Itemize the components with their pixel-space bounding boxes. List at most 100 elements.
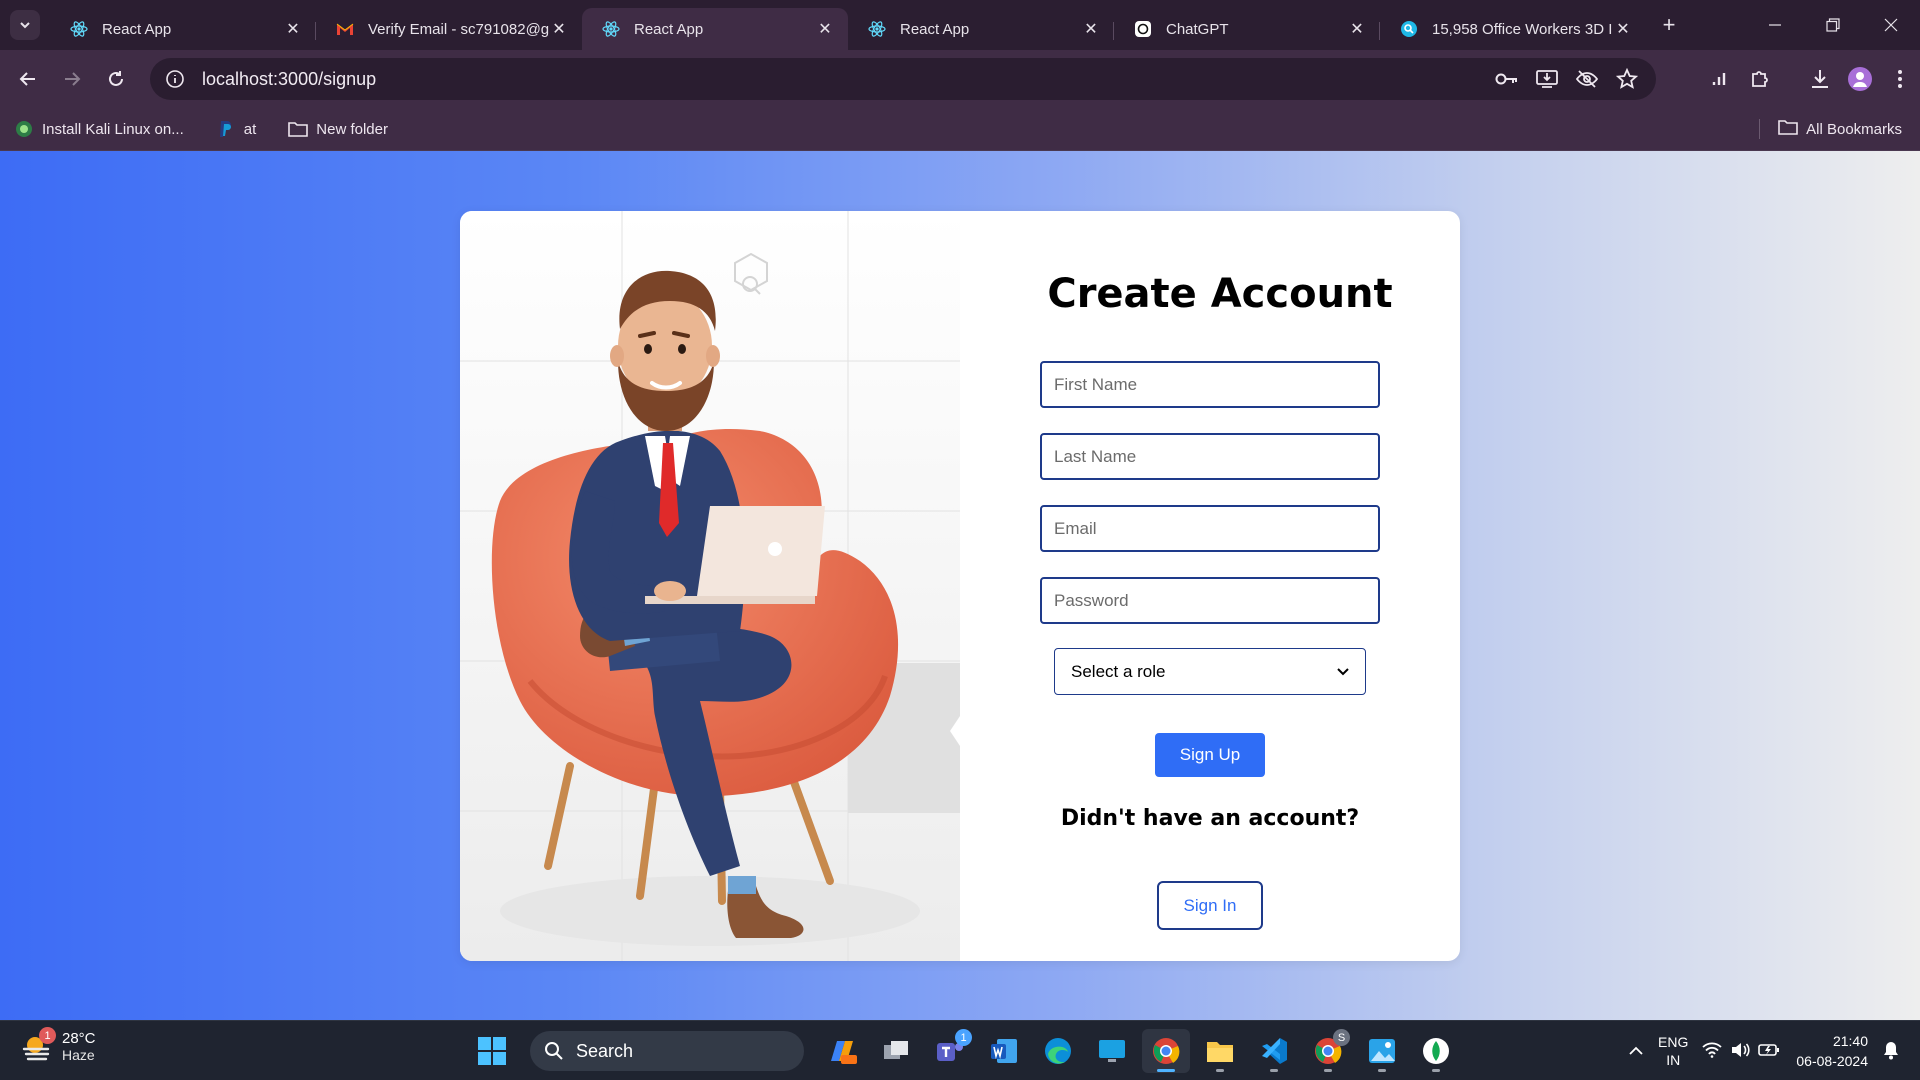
tab-react-app-active[interactable]: React App ✕ (582, 8, 848, 50)
download-icon[interactable] (1800, 59, 1840, 99)
tab-title: 15,958 Office Workers 3D I (1432, 20, 1613, 38)
last-name-input[interactable] (1040, 433, 1380, 480)
profile-avatar[interactable] (1840, 59, 1880, 99)
battery-icon[interactable] (1758, 1043, 1780, 1060)
clock-date: 06-08-2024 (1796, 1053, 1868, 1069)
all-bookmarks[interactable]: All Bookmarks (1778, 119, 1902, 139)
minimize-button[interactable] (1746, 0, 1804, 50)
sign-in-button[interactable]: Sign In (1157, 881, 1263, 930)
tab-verify-email[interactable]: Verify Email - sc791082@g ✕ (316, 8, 582, 50)
tab-react-app-1[interactable]: React App ✕ (50, 8, 316, 50)
all-bookmarks-label: All Bookmarks (1806, 120, 1902, 138)
new-tab-button[interactable]: + (1654, 10, 1684, 40)
monitor-icon (1099, 1040, 1125, 1062)
close-window-button[interactable] (1862, 0, 1920, 50)
url-text[interactable]: localhost:3000/signup (202, 69, 1494, 90)
wifi-icon[interactable] (1702, 1042, 1722, 1061)
email-input[interactable] (1040, 505, 1380, 552)
word-app[interactable] (980, 1029, 1028, 1073)
extensions-icon[interactable] (1740, 59, 1780, 99)
react-icon (868, 20, 886, 38)
running-indicator (1432, 1069, 1440, 1072)
folder-icon (1207, 1042, 1233, 1062)
chevron-up-icon (1629, 1046, 1643, 1055)
tab-chatgpt[interactable]: ChatGPT ✕ (1114, 8, 1380, 50)
forward-button[interactable] (54, 61, 90, 97)
mongodb-app[interactable] (1412, 1029, 1460, 1073)
copilot-app[interactable] (818, 1029, 866, 1073)
role-select[interactable]: Select a role (1054, 648, 1366, 695)
task-view-app[interactable] (872, 1029, 920, 1073)
word-icon (991, 1039, 1017, 1063)
close-icon[interactable]: ✕ (550, 20, 568, 38)
tray-overflow-button[interactable] (1628, 1043, 1644, 1059)
close-icon[interactable]: ✕ (1082, 20, 1100, 38)
toolbar-divider (1780, 59, 1800, 99)
kali-icon (14, 119, 34, 139)
language-indicator[interactable]: ENG IN (1658, 1033, 1688, 1069)
first-name-input[interactable] (1040, 361, 1380, 408)
tab-react-app-3[interactable]: React App ✕ (848, 8, 1114, 50)
weather-desc: Haze (62, 1046, 95, 1063)
close-icon[interactable]: ✕ (816, 20, 834, 38)
file-explorer-app[interactable] (1196, 1029, 1244, 1073)
volume-icon[interactable] (1730, 1042, 1750, 1061)
edge-icon (1045, 1038, 1071, 1064)
omnibox-actions (1494, 66, 1640, 92)
search-icon (545, 1042, 563, 1060)
bookmark-star-icon[interactable] (1614, 66, 1640, 92)
clock[interactable]: 21:40 06-08-2024 (1796, 1031, 1868, 1071)
address-bar[interactable]: localhost:3000/signup (150, 58, 1656, 100)
bookmark-at[interactable]: at (216, 119, 256, 139)
lang-line1: ENG (1658, 1034, 1689, 1050)
bookmarks-divider (1759, 119, 1760, 139)
close-icon (1884, 18, 1898, 32)
close-icon[interactable]: ✕ (1614, 20, 1632, 38)
chrome-app[interactable] (1142, 1029, 1190, 1073)
tab-title: ChatGPT (1166, 20, 1229, 38)
notifications-bell-icon[interactable] (1882, 1040, 1900, 1063)
analytics-extension-icon[interactable] (1700, 59, 1740, 99)
search-label: Search (576, 1040, 634, 1061)
eye-off-icon[interactable] (1574, 66, 1600, 92)
close-icon[interactable]: ✕ (284, 20, 302, 38)
menu-kebab-icon[interactable] (1880, 59, 1920, 99)
password-input[interactable] (1040, 577, 1380, 624)
chrome-profile-app[interactable]: S (1304, 1029, 1352, 1073)
vscode-app[interactable] (1250, 1029, 1298, 1073)
arrow-left-icon (19, 72, 35, 86)
password-key-icon[interactable] (1494, 66, 1520, 92)
copilot-icon (831, 1041, 857, 1064)
bookmark-new-folder[interactable]: New folder (288, 119, 388, 139)
back-button[interactable] (10, 61, 46, 97)
edge-app[interactable] (1034, 1029, 1082, 1073)
tab-office-workers[interactable]: 15,958 Office Workers 3D I ✕ (1380, 8, 1646, 50)
restore-button[interactable] (1804, 0, 1862, 50)
toolbar-right (1700, 50, 1920, 108)
taskbar-apps: Search 1 S (468, 1029, 1460, 1073)
running-indicator (1324, 1069, 1332, 1072)
plus-icon: + (1662, 12, 1676, 37)
minimize-icon (1769, 24, 1781, 26)
close-icon[interactable]: ✕ (1348, 20, 1366, 38)
tab-strip: React App ✕ Verify Email - sc791082@g ✕ … (0, 0, 1920, 50)
bookmark-kali[interactable]: Install Kali Linux on... (14, 119, 184, 139)
reload-icon (109, 71, 123, 86)
site-info-icon[interactable] (160, 64, 190, 94)
photos-app[interactable] (1358, 1029, 1406, 1073)
taskbar-search[interactable]: Search (530, 1031, 804, 1071)
system-tray: ENG IN 21:40 06-08-2024 (1628, 1021, 1900, 1080)
tab-title: Verify Email - sc791082@g (368, 20, 550, 38)
tab-title: React App (102, 20, 172, 38)
react-icon (70, 20, 88, 38)
running-indicator (1216, 1069, 1224, 1072)
tab-search-button[interactable] (10, 10, 40, 40)
weather-widget[interactable]: 1 28°C Haze (20, 1027, 96, 1063)
sign-up-button[interactable]: Sign Up (1155, 733, 1265, 777)
start-button[interactable] (468, 1029, 516, 1073)
reload-button[interactable] (98, 61, 134, 97)
desktop-app[interactable] (1088, 1029, 1136, 1073)
install-app-icon[interactable] (1534, 66, 1560, 92)
teams-app[interactable]: 1 (926, 1029, 974, 1073)
folder-icon (1778, 119, 1798, 139)
